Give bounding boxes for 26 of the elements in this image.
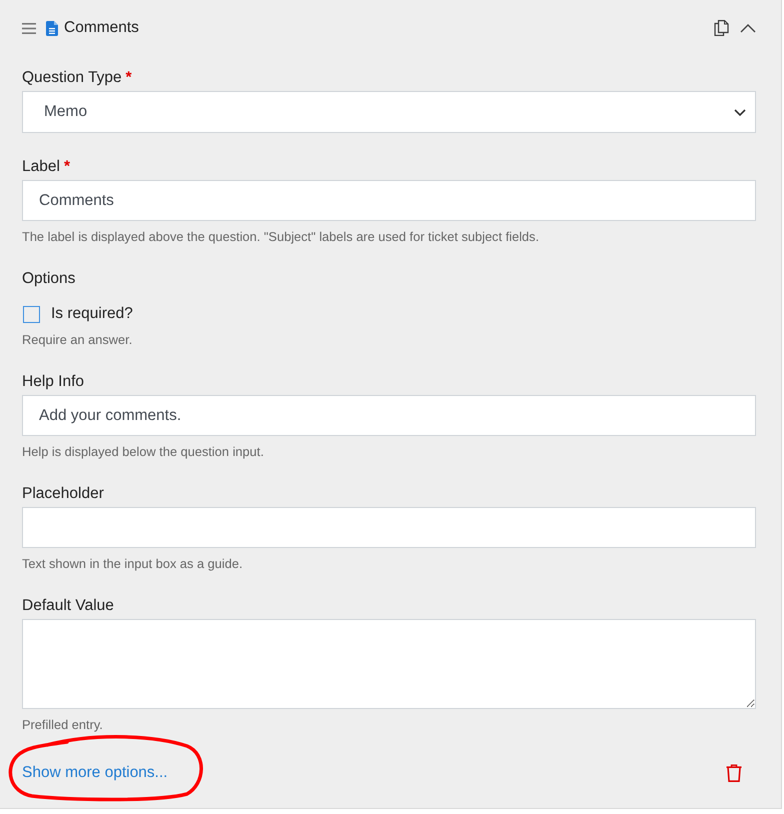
chevron-down-icon <box>734 108 746 116</box>
document-icon <box>46 20 58 36</box>
field-label: Label * <box>22 157 70 177</box>
show-more-options-link[interactable]: Show more options... <box>22 764 168 782</box>
textarea-field[interactable] <box>22 619 756 709</box>
checkbox-label: Is required? <box>51 305 133 323</box>
field-label: Question Type * <box>22 68 132 88</box>
field-label: Placeholder <box>22 484 104 504</box>
collapse-chevron-icon[interactable] <box>740 24 756 32</box>
field-label: Options <box>22 269 76 289</box>
menu-icon[interactable] <box>22 22 36 34</box>
copy-icon[interactable] <box>714 20 729 36</box>
text-input-field[interactable]: Comments <box>22 180 756 221</box>
required-checkbox[interactable] <box>23 306 40 322</box>
question-title: Comments <box>64 19 139 37</box>
trash-icon[interactable] <box>726 764 742 782</box>
question-type-select[interactable]: Memo <box>22 91 756 133</box>
field-label: Default Value <box>22 596 114 616</box>
help-text: The label is displayed above the question. "Subject" labels are used for ticket subject fields. <box>22 229 539 245</box>
text-input-field[interactable] <box>22 507 756 548</box>
help-text: Require an answer. <box>22 332 132 348</box>
help-text: Prefilled entry. <box>22 717 103 733</box>
help-text: Text shown in the input box as a guide. <box>22 556 243 572</box>
text-input-field[interactable]: Add your comments. <box>22 395 756 436</box>
field-label: Help Info <box>22 372 84 392</box>
help-text: Help is displayed below the question input. <box>22 444 264 460</box>
